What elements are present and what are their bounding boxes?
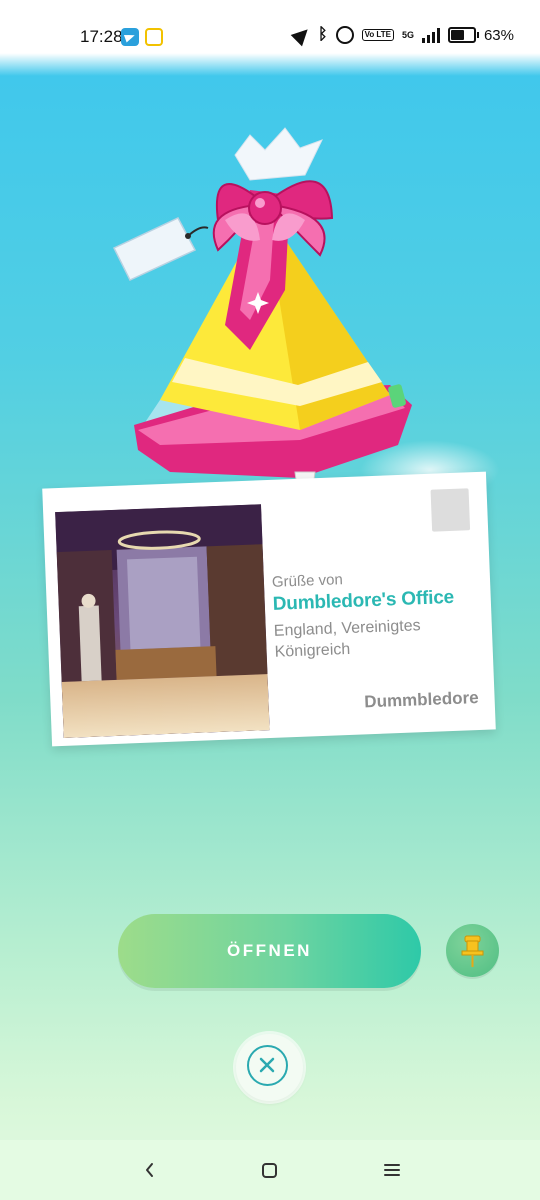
gift-tag	[112, 217, 209, 281]
status-icons: ᛒ Vo LTE 5G 63%	[290, 23, 514, 47]
postcard-stamp	[430, 488, 471, 532]
bluetooth-icon: ᛒ	[317, 26, 328, 43]
navigation-bar	[0, 1140, 540, 1200]
recents-icon[interactable]	[372, 1150, 412, 1190]
alarm-icon	[335, 26, 354, 44]
signal-icon	[421, 27, 440, 43]
network-type: 5G	[401, 29, 414, 40]
postcard[interactable]: Grüße von Dumbledore's Office England, V…	[42, 471, 496, 747]
close-icon	[247, 1045, 288, 1086]
telegram-notification-icon	[121, 28, 139, 46]
volte-icon: Vo LTE	[361, 29, 394, 41]
app-notification-icon	[145, 28, 163, 46]
location-icon	[290, 23, 314, 47]
location-name: Dumbledore's Office	[272, 586, 455, 615]
pin-button[interactable]	[446, 924, 499, 977]
status-bar: 17:28 ᛒ Vo LTE 5G 63%	[0, 0, 540, 76]
status-time: 17:28	[80, 27, 123, 46]
sender-name: Dummbledore	[363, 688, 479, 712]
battery-icon	[447, 27, 479, 43]
open-button-label: ÖFFNEN	[227, 941, 312, 960]
gift-illustration[interactable]	[100, 100, 440, 510]
pin-icon	[461, 935, 484, 967]
home-icon[interactable]	[250, 1150, 290, 1190]
location-photo	[55, 504, 270, 738]
battery-percent: 63%	[483, 26, 514, 44]
greeting-label: Grüße von	[271, 571, 344, 591]
back-icon[interactable]	[139, 1150, 179, 1190]
open-button[interactable]: ÖFFNEN	[118, 914, 421, 988]
location-region: England, Vereinigtes Königreich	[273, 617, 421, 661]
close-button[interactable]	[236, 1034, 303, 1101]
